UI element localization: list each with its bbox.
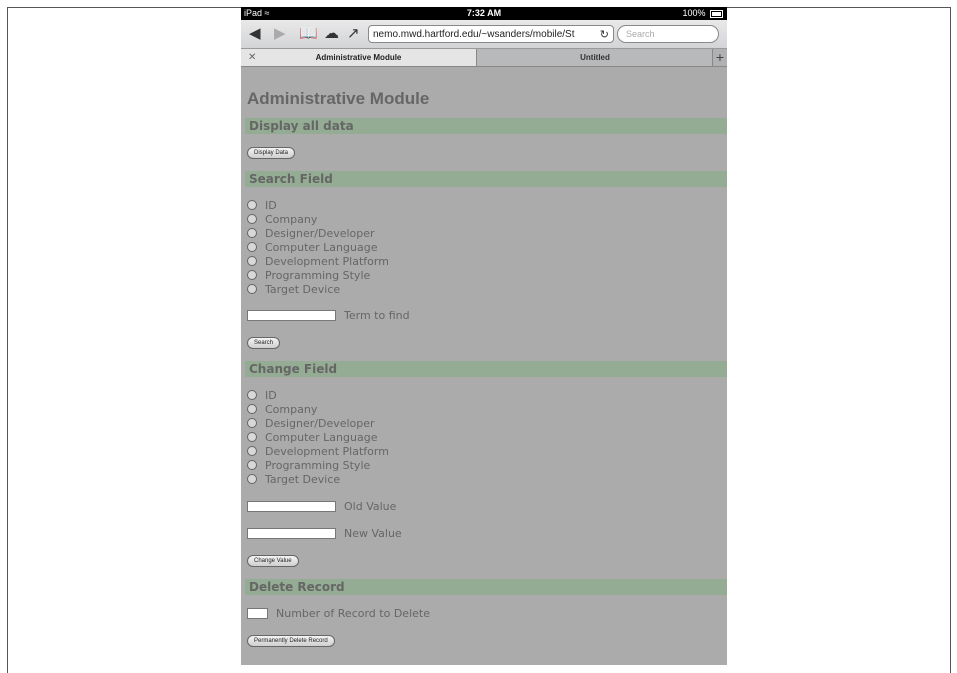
frame-border: [7, 7, 241, 8]
radio-option-designer[interactable]: Designer/Developer: [247, 226, 389, 240]
status-bar: iPad ≈ 7:32 AM 100%: [241, 7, 727, 20]
frame-border: [7, 7, 8, 673]
forward-icon[interactable]: ▶: [274, 25, 286, 43]
reload-icon[interactable]: ↻: [600, 26, 609, 42]
display-section-heading: Display all data: [245, 118, 727, 134]
tab-untitled[interactable]: Untitled: [477, 49, 713, 66]
ipad-screen: iPad ≈ 7:32 AM 100% ◀ ▶ 📖 ☁ ↗ nemo.mwd.h…: [241, 7, 727, 665]
radio-option-device[interactable]: Target Device: [247, 472, 389, 486]
browser-toolbar: ◀ ▶ 📖 ☁ ↗ nemo.mwd.hartford.edu/~wsander…: [241, 20, 727, 49]
bookmarks-icon[interactable]: 📖: [299, 25, 318, 43]
radio-button[interactable]: [247, 256, 257, 266]
radio-button[interactable]: [247, 418, 257, 428]
radio-option-platform[interactable]: Development Platform: [247, 444, 389, 458]
search-placeholder: Search: [626, 29, 655, 39]
radio-button[interactable]: [247, 390, 257, 400]
url-text: nemo.mwd.hartford.edu/~wsanders/mobile/S…: [373, 29, 575, 40]
record-number-label: Number of Record to Delete: [276, 607, 430, 620]
radio-button[interactable]: [247, 460, 257, 470]
radio-option-company[interactable]: Company: [247, 402, 389, 416]
radio-button[interactable]: [247, 270, 257, 280]
battery-percent: 100%: [682, 8, 706, 18]
tab-label: Untitled: [580, 53, 610, 62]
search-field-options: ID Company Designer/Developer Computer L…: [247, 198, 389, 296]
term-field-row: Term to find: [247, 309, 410, 322]
radio-button[interactable]: [247, 404, 257, 414]
term-label: Term to find: [344, 309, 410, 322]
radio-button[interactable]: [247, 200, 257, 210]
tab-administrative-module[interactable]: ✕ Administrative Module: [241, 49, 477, 66]
radio-option-id[interactable]: ID: [247, 198, 389, 212]
change-section-heading: Change Field: [245, 361, 727, 377]
radio-button[interactable]: [247, 446, 257, 456]
add-tab-icon[interactable]: +: [712, 49, 727, 66]
frame-border: [727, 7, 951, 8]
radio-button[interactable]: [247, 242, 257, 252]
radio-option-style[interactable]: Programming Style: [247, 458, 389, 472]
change-value-button[interactable]: Change Value: [247, 555, 299, 567]
radio-button[interactable]: [247, 474, 257, 484]
record-number-input[interactable]: [247, 608, 268, 619]
search-button[interactable]: Search: [247, 337, 281, 349]
close-icon[interactable]: ✕: [248, 49, 256, 66]
radio-option-language[interactable]: Computer Language: [247, 240, 389, 254]
page-title: Administrative Module: [247, 89, 430, 108]
tab-label: Administrative Module: [315, 53, 402, 62]
back-icon[interactable]: ◀: [249, 25, 261, 43]
new-value-row: New Value: [247, 527, 402, 540]
delete-number-row: Number of Record to Delete: [247, 607, 430, 620]
delete-section-heading: Delete Record: [245, 579, 727, 595]
frame-border: [950, 7, 951, 673]
radio-button[interactable]: [247, 214, 257, 224]
radio-button[interactable]: [247, 284, 257, 294]
battery-icon: [710, 9, 723, 18]
clock: 7:32 AM: [466, 8, 502, 18]
search-input[interactable]: Search: [617, 25, 719, 43]
old-value-label: Old Value: [344, 500, 397, 513]
new-value-input[interactable]: [247, 528, 336, 539]
radio-option-designer[interactable]: Designer/Developer: [247, 416, 389, 430]
radio-option-language[interactable]: Computer Language: [247, 430, 389, 444]
radio-option-id[interactable]: ID: [247, 388, 389, 402]
radio-option-company[interactable]: Company: [247, 212, 389, 226]
new-value-label: New Value: [344, 527, 402, 540]
display-data-button[interactable]: Display Data: [247, 147, 296, 159]
share-icon[interactable]: ↗: [347, 25, 360, 43]
old-value-row: Old Value: [247, 500, 396, 513]
radio-option-device[interactable]: Target Device: [247, 282, 389, 296]
delete-record-button[interactable]: Permanently Delete Record: [247, 635, 335, 647]
address-bar[interactable]: nemo.mwd.hartford.edu/~wsanders/mobile/S…: [368, 25, 614, 43]
term-input[interactable]: [247, 310, 336, 321]
cloud-icon[interactable]: ☁: [324, 25, 339, 43]
change-field-options: ID Company Designer/Developer Computer L…: [247, 388, 389, 486]
radio-option-style[interactable]: Programming Style: [247, 268, 389, 282]
radio-button[interactable]: [247, 432, 257, 442]
radio-button[interactable]: [247, 228, 257, 238]
search-section-heading: Search Field: [245, 171, 727, 187]
tab-bar: ✕ Administrative Module Untitled +: [241, 49, 727, 67]
old-value-input[interactable]: [247, 501, 336, 512]
radio-option-platform[interactable]: Development Platform: [247, 254, 389, 268]
